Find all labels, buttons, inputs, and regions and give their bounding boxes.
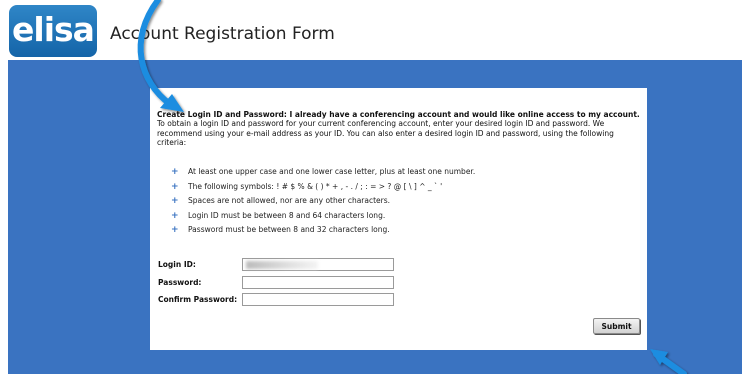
plus-icon: + [171, 225, 179, 235]
plus-icon: + [171, 210, 179, 221]
intro-text: Create Login ID and Password: I already … [157, 110, 641, 147]
confirm-password-label: Confirm Password: [158, 295, 238, 304]
login-id-label: Login ID: [158, 260, 196, 269]
list-item: + Spaces are not allowed, nor are any oth… [171, 194, 641, 209]
criteria-text: Login ID must be between 8 and 64 charac… [188, 210, 386, 220]
criteria-list: + At least one upper case and one lower c… [171, 165, 641, 238]
login-id-field[interactable] [242, 258, 394, 271]
intro-heading: Create Login ID and Password: I already … [157, 110, 640, 119]
criteria-text: Spaces are not allowed, nor are any othe… [188, 196, 391, 205]
page-title: Account Registration Form [110, 24, 335, 44]
registration-panel: Create Login ID and Password: I already … [150, 88, 647, 350]
criteria-text: The following symbols: ! # $ % & ( ) * +… [188, 181, 443, 191]
intro-body: To obtain a login ID and password for yo… [157, 119, 614, 147]
confirm-password-row: Confirm Password: [158, 293, 418, 307]
plus-icon: + [171, 196, 179, 206]
logo-text: elisa [12, 9, 95, 49]
password-label: Password: [158, 278, 202, 287]
list-item: + Password must be between 8 and 32 chara… [171, 223, 641, 238]
elisa-logo: elisa [9, 5, 97, 57]
list-item: + Login ID must be between 8 and 64 chara… [171, 209, 641, 224]
password-row: Password: [158, 276, 418, 290]
login-id-value-redacted [246, 261, 318, 269]
submit-button[interactable]: Submit [593, 318, 640, 334]
confirm-password-field[interactable] [242, 293, 394, 306]
list-item: + The following symbols: ! # $ % & ( ) * … [171, 180, 641, 195]
list-item: + At least one upper case and one lower c… [171, 165, 641, 180]
login-id-row: Login ID: [158, 258, 418, 272]
criteria-text: Password must be between 8 and 32 charac… [188, 225, 390, 234]
password-field[interactable] [242, 276, 394, 289]
plus-icon: + [171, 167, 179, 177]
criteria-text: At least one upper case and one lower ca… [188, 167, 476, 176]
plus-icon: + [171, 181, 179, 192]
header: elisa Account Registration Form [0, 0, 742, 58]
